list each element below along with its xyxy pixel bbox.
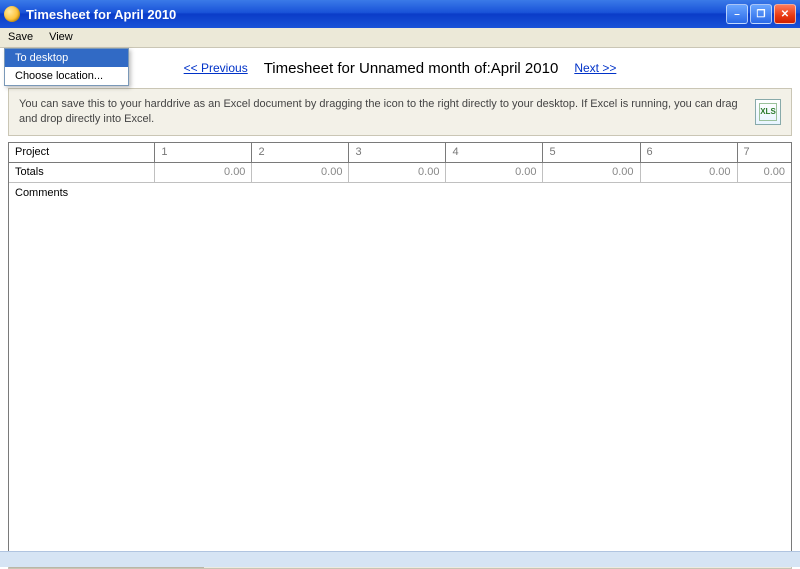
menu-save[interactable]: Save [0, 28, 41, 47]
menu-item-choose-location[interactable]: Choose location... [5, 67, 128, 85]
window-controls: – ❐ ✕ [726, 4, 796, 24]
totals-label: Totals [9, 163, 155, 182]
excel-icon[interactable]: XLS [755, 99, 781, 125]
col-day-7: 7 [738, 143, 792, 162]
status-bar [0, 551, 800, 567]
col-day-6: 6 [641, 143, 738, 162]
total-4: 0.00 [446, 163, 543, 182]
window-title: Timesheet for April 2010 [26, 7, 726, 22]
info-text: You can save this to your harddrive as a… [19, 97, 745, 127]
menubar: Save View [0, 28, 800, 48]
grid-comments-row: Comments [9, 183, 791, 203]
total-3: 0.00 [349, 163, 446, 182]
close-button[interactable]: ✕ [774, 4, 796, 24]
timesheet-grid: Project 1 2 3 4 5 6 7 Totals 0.00 0.00 0… [8, 142, 792, 203]
total-6: 0.00 [641, 163, 738, 182]
menu-view[interactable]: View [41, 28, 81, 47]
col-day-5: 5 [543, 143, 640, 162]
info-bar: You can save this to your harddrive as a… [8, 88, 792, 136]
total-7: 0.00 [738, 163, 792, 182]
grid-totals-row: Totals 0.00 0.00 0.00 0.00 0.00 0.00 0.0… [9, 163, 791, 183]
window-titlebar: Timesheet for April 2010 – ❐ ✕ [0, 0, 800, 28]
menu-item-to-desktop[interactable]: To desktop [5, 49, 128, 67]
minimize-button[interactable]: – [726, 4, 748, 24]
previous-link[interactable]: << Previous [184, 61, 248, 75]
col-day-2: 2 [252, 143, 349, 162]
col-project: Project [9, 143, 155, 162]
total-5: 0.00 [543, 163, 640, 182]
total-1: 0.00 [155, 163, 252, 182]
col-day-3: 3 [349, 143, 446, 162]
col-day-4: 4 [446, 143, 543, 162]
page-title: Timesheet for Unnamed month of:April 201… [264, 60, 559, 77]
clock-icon [4, 6, 20, 22]
comments-label: Comments [9, 183, 157, 203]
total-2: 0.00 [252, 163, 349, 182]
col-day-1: 1 [155, 143, 252, 162]
grid-header-row: Project 1 2 3 4 5 6 7 [9, 143, 791, 163]
save-dropdown: To desktop Choose location... [4, 48, 129, 86]
grid-body[interactable] [8, 203, 792, 553]
maximize-button[interactable]: ❐ [750, 4, 772, 24]
next-link[interactable]: Next >> [574, 61, 616, 75]
